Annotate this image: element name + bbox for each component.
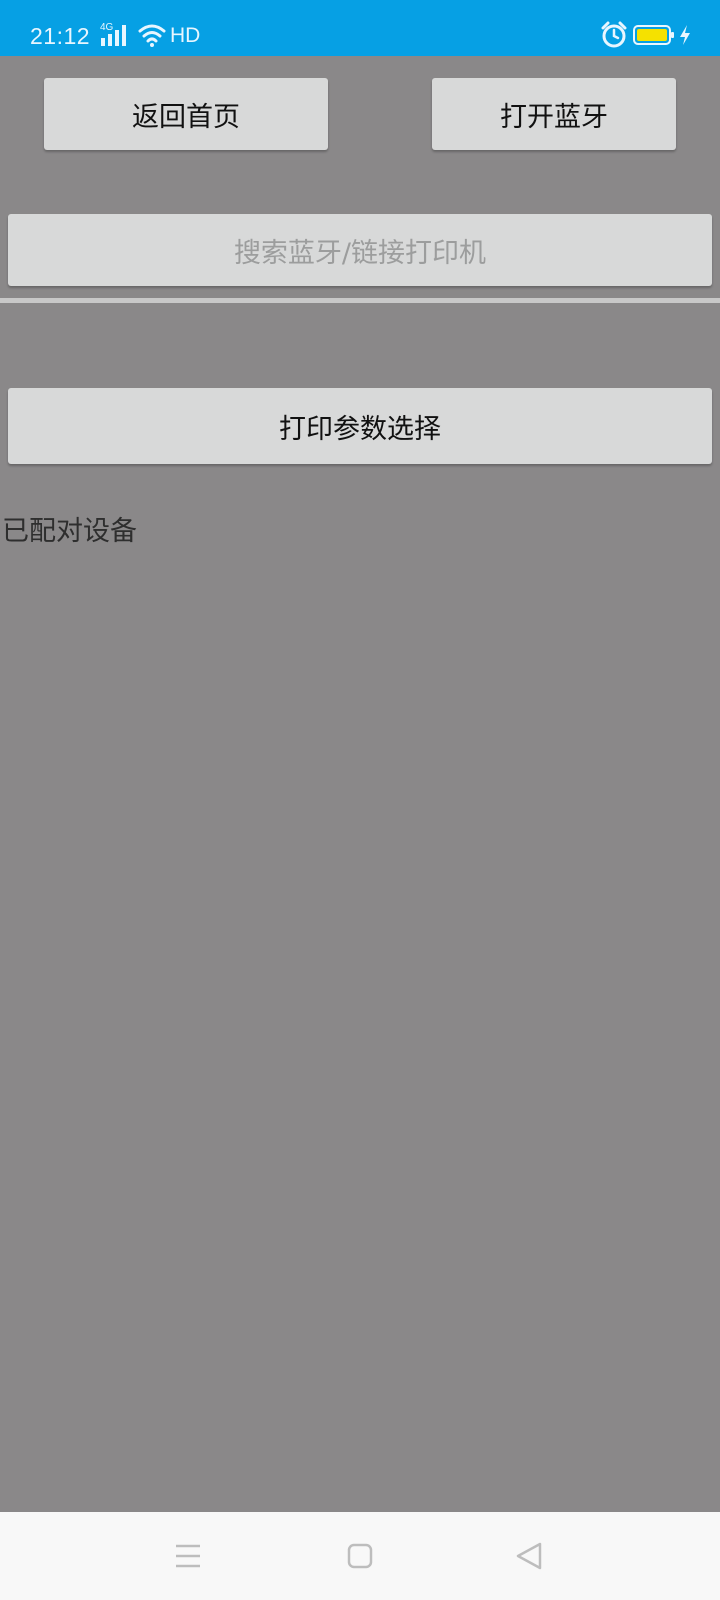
hd-label: HD	[170, 24, 201, 47]
status-time: 21:12	[30, 23, 91, 49]
search-bluetooth-label: 搜索蓝牙/链接打印机	[233, 237, 487, 269]
open-bluetooth-button[interactable]: 打开蓝牙	[432, 78, 676, 150]
status-bar: 21:12 4G HD	[0, 0, 720, 56]
charging-icon	[680, 25, 690, 45]
alarm-icon	[601, 21, 627, 48]
print-params-button[interactable]: 打印参数选择	[8, 388, 712, 464]
navigation-bar	[0, 1512, 720, 1600]
open-bluetooth-label: 打开蓝牙	[500, 101, 608, 133]
search-bluetooth-button[interactable]: 搜索蓝牙/链接打印机	[8, 214, 712, 286]
signal-icon: 4G	[100, 22, 126, 46]
back-home-button[interactable]: 返回首页	[44, 78, 328, 150]
home-square-icon[interactable]	[340, 1536, 380, 1576]
battery-icon	[633, 25, 674, 45]
network-type-label: 4G	[100, 22, 114, 33]
menu-icon[interactable]	[168, 1536, 208, 1576]
print-params-label: 打印参数选择	[279, 413, 441, 445]
divider	[0, 298, 720, 303]
back-triangle-icon[interactable]	[510, 1536, 550, 1576]
wifi-icon	[138, 24, 166, 47]
paired-devices-heading: 已配对设备	[2, 516, 137, 547]
back-home-label: 返回首页	[132, 101, 240, 133]
